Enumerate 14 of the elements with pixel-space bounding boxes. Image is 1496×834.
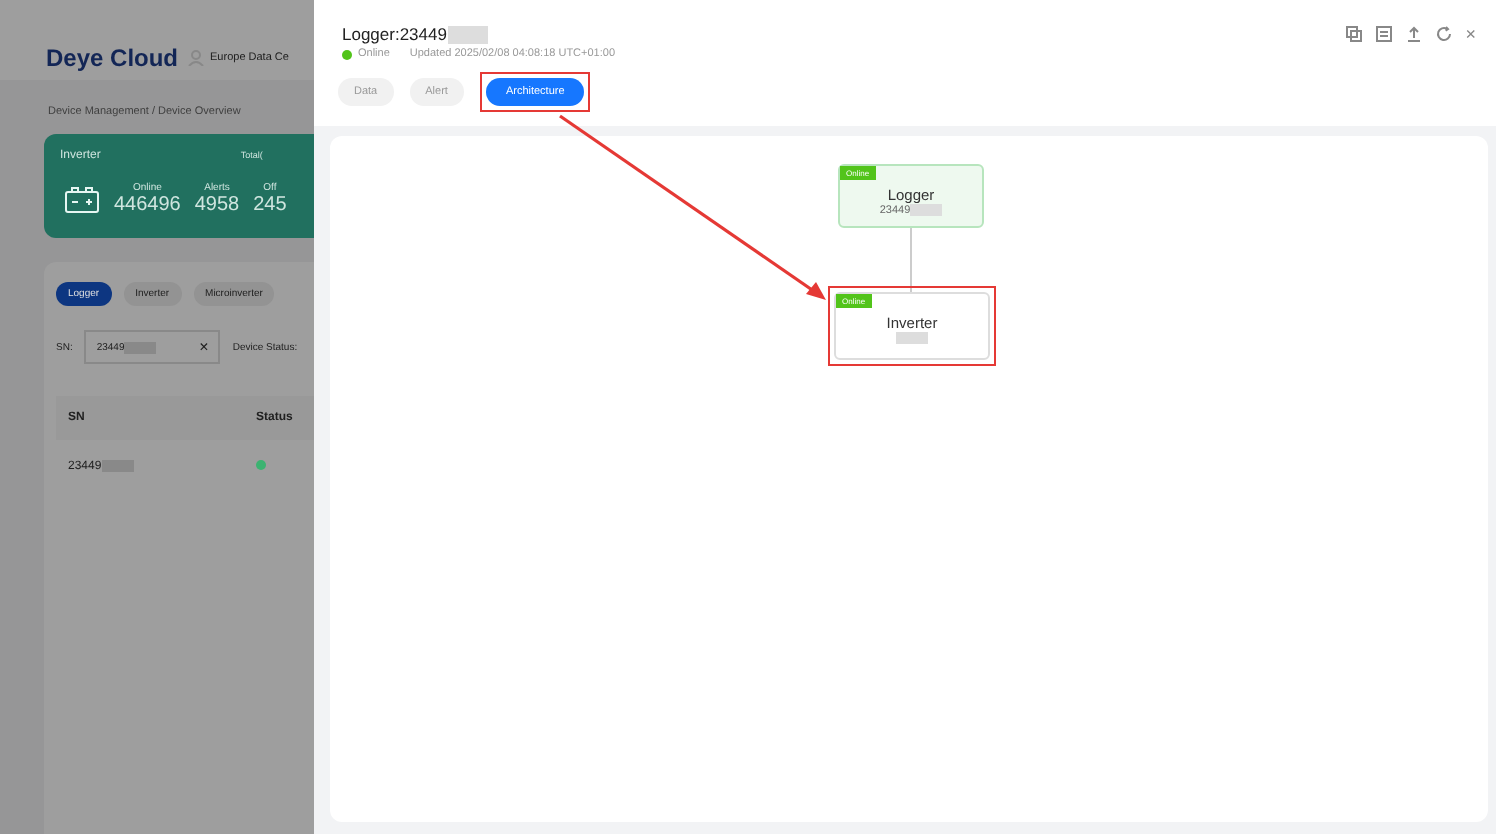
refresh-icon[interactable] (1435, 26, 1452, 42)
redacted-block (448, 25, 489, 43)
drawer-title: Logger:23449 (342, 24, 447, 44)
status-dot (342, 49, 352, 59)
close-button[interactable]: × (1465, 24, 1476, 44)
stat-value: 245 (253, 194, 287, 216)
upload-icon[interactable] (1405, 26, 1422, 42)
node-serial (896, 332, 928, 345)
stat-value: 446496 (114, 194, 181, 216)
window-icon[interactable] (1375, 26, 1392, 42)
logo: Deye Cloud (46, 44, 179, 72)
battery-icon (64, 185, 100, 213)
stat-value: 4958 (194, 194, 240, 216)
copy-icon[interactable] (1345, 26, 1362, 42)
